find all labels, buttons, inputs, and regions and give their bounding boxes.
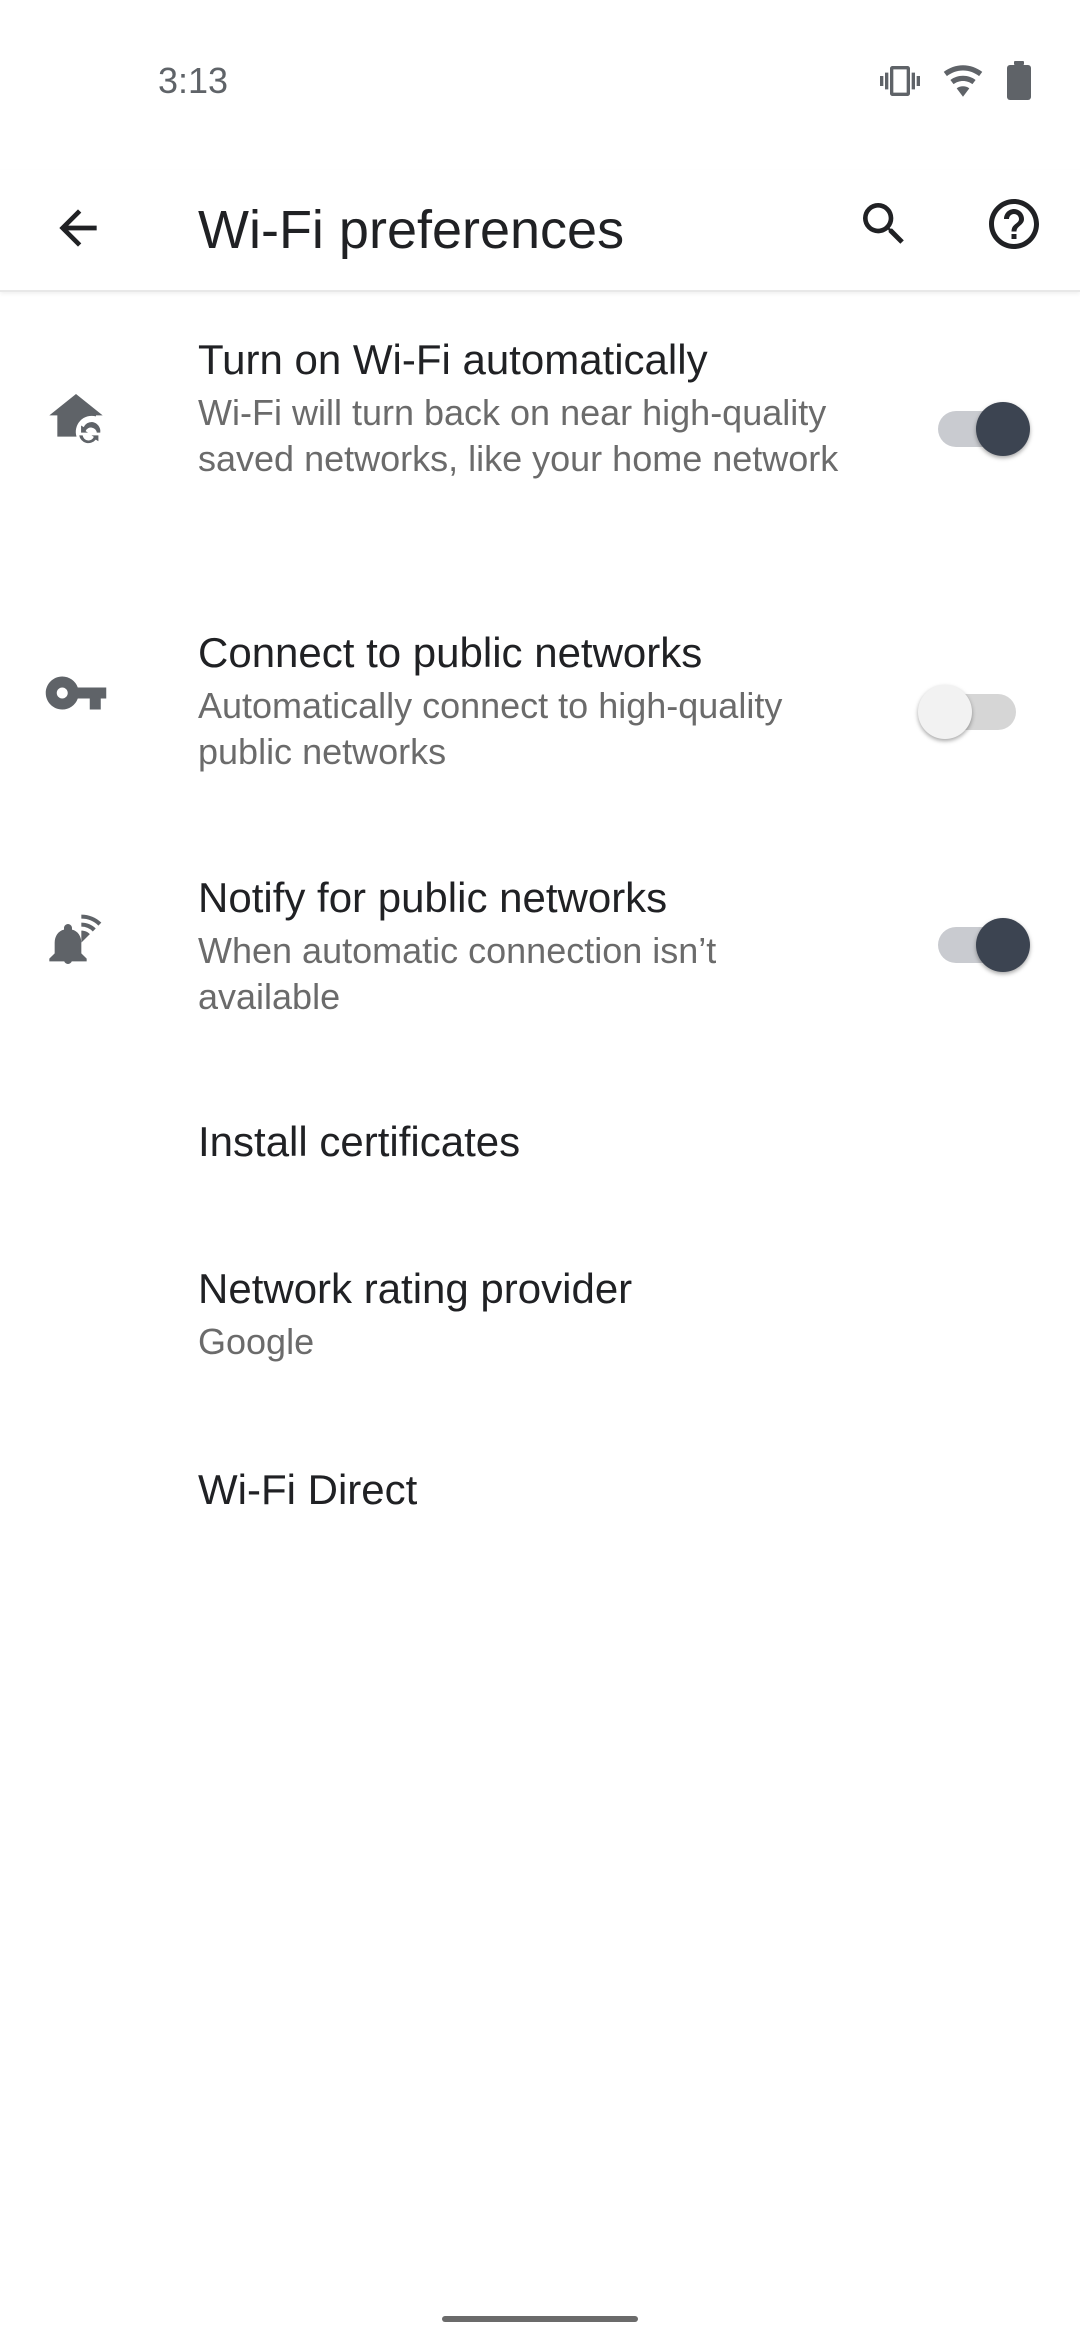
- pref-texts: Wi-Fi Direct: [198, 1462, 868, 1518]
- search-icon: [856, 196, 912, 257]
- pref-turn-on-wifi-automatically[interactable]: Turn on Wi-Fi automatically Wi-Fi will t…: [0, 332, 1080, 532]
- back-button[interactable]: [42, 194, 114, 266]
- connect-to-public-networks-switch[interactable]: [918, 677, 1030, 747]
- gesture-nav-handle[interactable]: [442, 2316, 638, 2322]
- help-button[interactable]: [974, 186, 1054, 266]
- pref-title: Wi-Fi Direct: [198, 1466, 418, 1513]
- pref-title: Install certificates: [198, 1118, 521, 1165]
- pref-title: Notify for public networks: [198, 874, 668, 921]
- pref-texts: Install certificates: [198, 1114, 868, 1170]
- status-time: 3:13: [158, 60, 229, 101]
- pref-wifi-direct[interactable]: Wi-Fi Direct: [0, 1462, 1080, 1542]
- status-icons: [880, 60, 1032, 102]
- pref-texts: Turn on Wi-Fi automatically Wi-Fi will t…: [198, 332, 868, 482]
- arrow-back-icon: [50, 200, 106, 261]
- notify-for-public-networks-switch[interactable]: [930, 910, 1030, 980]
- pref-texts: Connect to public networks Automatically…: [198, 625, 868, 775]
- pref-network-rating-provider[interactable]: Network rating provider Google: [0, 1261, 1080, 1371]
- wifi-notification-bell-icon: [40, 904, 112, 976]
- switch-thumb: [918, 685, 972, 739]
- pref-texts: Network rating provider Google: [198, 1261, 868, 1365]
- turn-on-wifi-automatically-switch[interactable]: [930, 394, 1030, 464]
- search-button[interactable]: [844, 186, 924, 266]
- pref-notify-for-public-networks[interactable]: Notify for public networks When automati…: [0, 870, 1080, 1020]
- home-sync-icon: [40, 382, 112, 454]
- page-title: Wi-Fi preferences: [198, 200, 625, 260]
- vibrate-icon: [880, 61, 920, 101]
- pref-connect-to-public-networks[interactable]: Connect to public networks Automatically…: [0, 625, 1080, 775]
- pref-summary: Automatically connect to high-quality pu…: [198, 685, 783, 772]
- pref-title: Turn on Wi-Fi automatically: [198, 336, 708, 383]
- pref-summary: Google: [198, 1321, 315, 1362]
- key-icon: [40, 657, 112, 729]
- pref-summary: When automatic connection isn’t availabl…: [198, 930, 717, 1017]
- pref-texts: Notify for public networks When automati…: [198, 870, 868, 1020]
- switch-thumb: [976, 918, 1030, 972]
- pref-summary: Wi-Fi will turn back on near high-qualit…: [198, 392, 839, 479]
- pref-title: Network rating provider: [198, 1265, 633, 1312]
- status-bar: 3:13: [0, 0, 1080, 170]
- switch-thumb: [976, 402, 1030, 456]
- pref-title: Connect to public networks: [198, 629, 703, 676]
- wifi-icon: [942, 60, 984, 102]
- app-bar: Wi-Fi preferences: [0, 170, 1080, 292]
- pref-install-certificates[interactable]: Install certificates: [0, 1114, 1080, 1194]
- help-circle-icon: [984, 194, 1044, 259]
- battery-icon: [1006, 61, 1032, 101]
